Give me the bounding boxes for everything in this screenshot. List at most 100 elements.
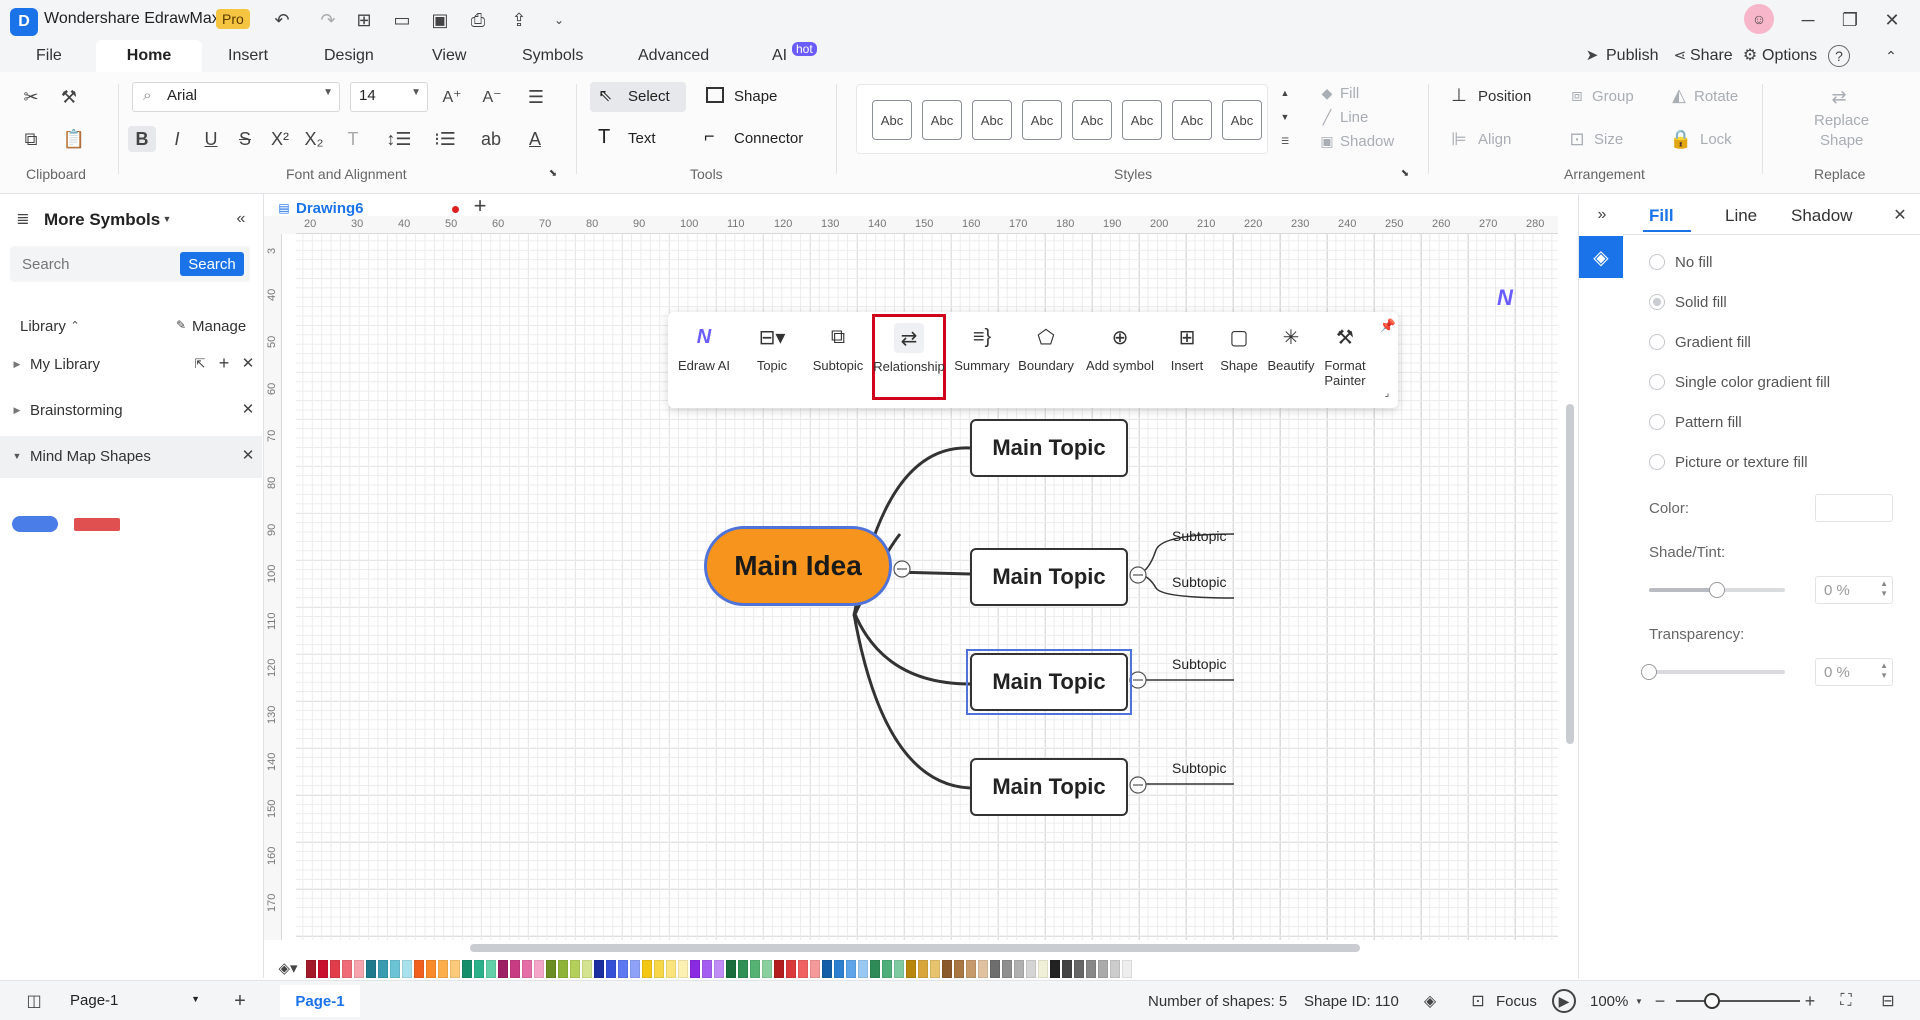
topic-tool[interactable]: ⊟▾ Topic — [746, 322, 798, 374]
align-label[interactable]: Align — [1478, 131, 1511, 148]
vertical-scrollbar[interactable] — [1566, 404, 1574, 744]
print-icon[interactable]: ⎙ — [466, 8, 490, 32]
size-label[interactable]: Size — [1594, 131, 1623, 148]
color-swatch[interactable] — [318, 960, 328, 978]
import-icon[interactable]: ⇱ — [192, 356, 208, 372]
color-swatch[interactable] — [1014, 960, 1024, 978]
solid-fill-radio[interactable] — [1649, 294, 1665, 310]
text-style-icon[interactable]: T — [336, 126, 370, 152]
horizontal-scrollbar[interactable] — [470, 944, 1360, 952]
color-swatch[interactable] — [450, 960, 460, 978]
gradient-fill-radio[interactable] — [1649, 334, 1665, 350]
select-button[interactable]: ⇖ Select — [590, 82, 686, 112]
shade-slider-track[interactable] — [1649, 582, 1785, 598]
menu-design[interactable]: Design — [324, 47, 374, 65]
color-swatch[interactable] — [798, 960, 808, 978]
replace-shape-icon[interactable]: ⇄ — [1826, 84, 1852, 110]
close-window-icon[interactable]: ✕ — [1878, 8, 1906, 32]
superscript-icon[interactable]: X² — [266, 126, 294, 152]
expand-font-dialog-icon[interactable]: ⬊ — [546, 166, 560, 180]
color-swatch[interactable] — [462, 960, 472, 978]
color-swatch[interactable] — [978, 960, 988, 978]
replace-shape-label-2[interactable]: Shape — [1820, 132, 1863, 149]
size-icon[interactable]: ⊡ — [1566, 128, 1588, 150]
color-swatch[interactable] — [498, 960, 508, 978]
underline-icon[interactable]: U — [198, 126, 224, 152]
color-swatch[interactable] — [402, 960, 412, 978]
connector-button[interactable]: ⌐ Connector — [702, 124, 820, 154]
subtopic-node[interactable]: Subtopic — [1172, 528, 1226, 544]
layers-icon[interactable]: ◈ — [1418, 989, 1442, 1013]
color-swatch[interactable] — [714, 960, 724, 978]
italic-icon[interactable]: I — [164, 126, 190, 152]
align-icon[interactable]: ☰ — [518, 84, 554, 110]
color-swatch[interactable] — [1038, 960, 1048, 978]
color-swatch[interactable] — [738, 960, 748, 978]
color-swatch[interactable] — [330, 960, 340, 978]
collapse-panel-icon[interactable]: « — [230, 208, 252, 230]
color-swatch[interactable] — [762, 960, 772, 978]
style-swatch[interactable]: Abc — [922, 100, 962, 140]
color-swatch[interactable] — [558, 960, 568, 978]
no-fill-radio[interactable] — [1649, 254, 1665, 270]
expand-panel-icon[interactable]: » — [1591, 204, 1613, 226]
copy-icon[interactable]: ⧉ — [18, 126, 44, 152]
add-page-icon[interactable]: + — [228, 989, 252, 1013]
text-case-icon[interactable]: ab — [474, 126, 508, 152]
color-swatch[interactable] — [834, 960, 844, 978]
gradient-fill-label[interactable]: Gradient fill — [1675, 334, 1751, 351]
color-swatch[interactable] — [474, 960, 484, 978]
color-swatch[interactable] — [774, 960, 784, 978]
resize-corner-icon[interactable]: ⌟ — [1380, 386, 1394, 400]
color-swatch[interactable] — [1122, 960, 1132, 978]
color-swatch[interactable] — [906, 960, 916, 978]
save-icon[interactable]: ▣ — [428, 8, 452, 32]
expand-styles-dialog-icon[interactable]: ⬊ — [1398, 166, 1412, 180]
color-swatch[interactable] — [990, 960, 1000, 978]
more-symbols-chevron-icon[interactable]: ▼ — [160, 210, 174, 228]
color-swatch[interactable] — [534, 960, 544, 978]
manage-button[interactable]: Manage — [192, 318, 246, 335]
bullet-list-icon[interactable]: ⁝☰ — [428, 126, 462, 152]
style-swatch[interactable]: Abc — [872, 100, 912, 140]
summary-tool[interactable]: ≡} Summary — [952, 322, 1012, 374]
collapse-library-icon[interactable]: ⌃ — [68, 316, 82, 334]
style-swatch[interactable]: Abc — [972, 100, 1012, 140]
picture-fill-label[interactable]: Picture or texture fill — [1675, 454, 1808, 471]
edraw-ai-tool[interactable]: N Edraw AI — [674, 322, 734, 374]
main-idea-node[interactable]: Main Idea — [704, 526, 892, 606]
focus-icon[interactable]: ⊡ — [1466, 989, 1490, 1013]
pattern-fill-radio[interactable] — [1649, 414, 1665, 430]
solid-fill-label[interactable]: Solid fill — [1675, 294, 1727, 311]
styles-scroll-up-icon[interactable]: ▲ — [1278, 86, 1292, 100]
color-swatch[interactable] — [1110, 960, 1120, 978]
color-swatch[interactable] — [846, 960, 856, 978]
color-swatch[interactable] — [618, 960, 628, 978]
library-label[interactable]: Library — [20, 318, 66, 335]
more-chevron-icon[interactable]: ⌄ — [550, 8, 568, 32]
styles-more-icon[interactable]: ☰ — [1278, 134, 1292, 148]
zoom-value[interactable]: 100% — [1590, 993, 1628, 1010]
shape-thumb-floating-topic[interactable] — [74, 518, 120, 531]
color-swatch[interactable] — [1026, 960, 1036, 978]
style-swatch[interactable]: Abc — [1122, 100, 1162, 140]
undo-icon[interactable]: ↶ — [270, 8, 294, 32]
redo-icon[interactable]: ↷ — [316, 8, 340, 32]
rotate-icon[interactable]: ◭ — [1668, 84, 1690, 106]
zoom-chevron-icon[interactable]: ▼ — [1634, 993, 1644, 1009]
style-swatch[interactable]: Abc — [1072, 100, 1112, 140]
color-swatch[interactable] — [414, 960, 424, 978]
main-topic-node[interactable]: Main Topic — [970, 419, 1128, 477]
fit-page-icon[interactable]: ⛶ — [1834, 989, 1858, 1013]
subtopic-node[interactable]: Subtopic — [1172, 656, 1226, 672]
picture-fill-radio[interactable] — [1649, 454, 1665, 470]
boundary-tool[interactable]: ⬠ Boundary — [1016, 322, 1076, 374]
replace-shape-label-1[interactable]: Replace — [1814, 112, 1869, 129]
shadow-label[interactable]: Shadow — [1340, 133, 1394, 150]
zoom-out-icon[interactable]: − — [1650, 989, 1670, 1013]
font-color-icon[interactable]: A — [518, 126, 552, 152]
color-swatch[interactable] — [510, 960, 520, 978]
fill-bucket-icon[interactable]: ◈▾ — [276, 958, 300, 978]
color-swatch[interactable] — [546, 960, 556, 978]
color-swatch[interactable] — [342, 960, 352, 978]
